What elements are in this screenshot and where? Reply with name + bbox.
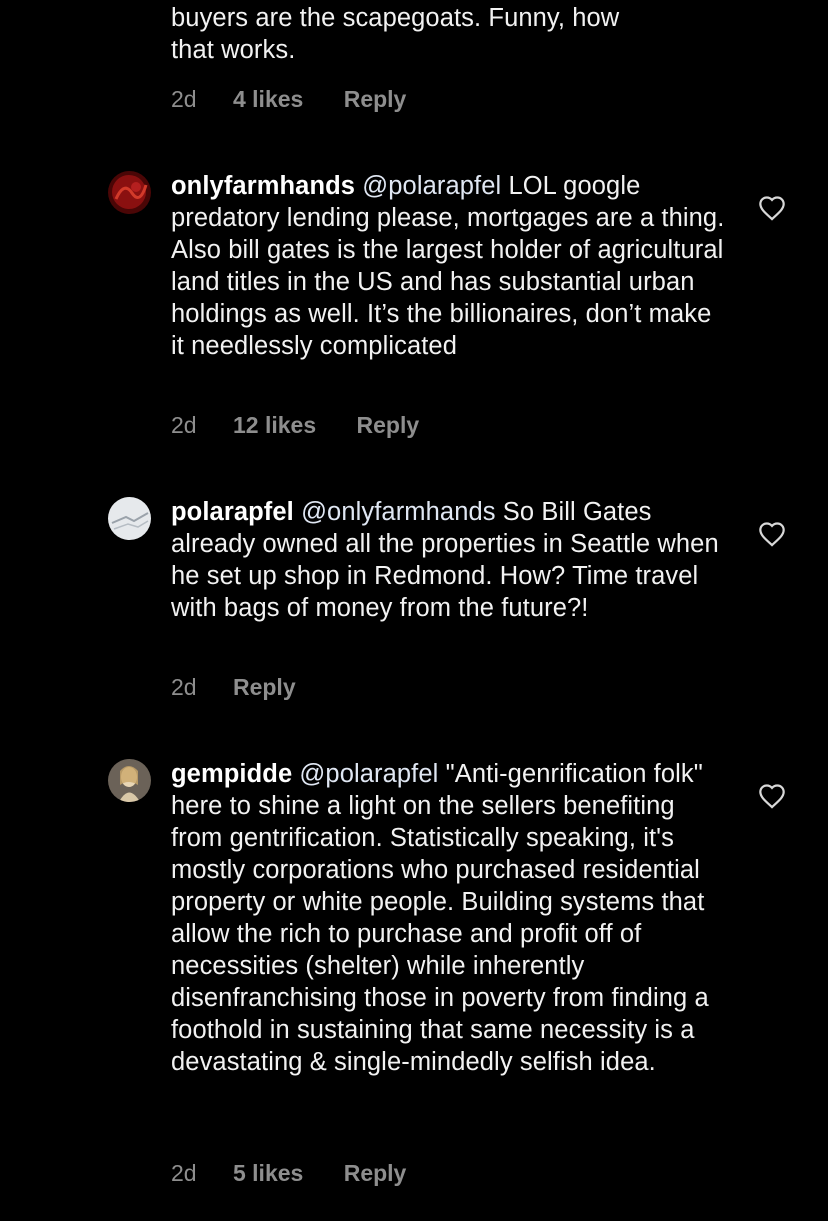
comment-meta: 2d 12 likes Reply — [171, 412, 419, 439]
mention-link[interactable]: @polarapfel — [362, 172, 501, 200]
comment-body: "Anti-genrification folk" here to shine … — [171, 760, 709, 1076]
comment-text-line: buyers are the scapegoats. Funny, how — [171, 4, 620, 32]
likes-count[interactable]: 12 likes — [233, 412, 316, 439]
comment-text: buyers are the scapegoats. Funny, how th… — [171, 2, 731, 66]
mention-link[interactable]: @onlyfarmhands — [301, 498, 496, 526]
comment-body: LOL google predatory lending please, mor… — [171, 172, 725, 360]
comment-time: 2d — [171, 674, 197, 700]
reply-button[interactable]: Reply — [344, 86, 407, 113]
comment-text: gempidde @polarapfel "Anti-genrification… — [171, 758, 731, 1078]
username-link[interactable]: gempidde — [171, 760, 292, 788]
username-link[interactable]: polarapfel — [171, 498, 294, 526]
avatar[interactable] — [108, 497, 151, 540]
reply-button[interactable]: Reply — [233, 674, 296, 701]
reply-button[interactable]: Reply — [357, 412, 420, 439]
mention-link[interactable]: @polarapfel — [299, 760, 438, 788]
heart-outline-icon[interactable] — [758, 521, 786, 547]
comment-time: 2d — [171, 412, 197, 438]
comment-meta: 2d Reply — [171, 674, 296, 701]
comment-time: 2d — [171, 1160, 197, 1186]
likes-count[interactable]: 4 likes — [233, 86, 303, 113]
username-link[interactable]: onlyfarmhands — [171, 172, 355, 200]
reply-button[interactable]: Reply — [344, 1160, 407, 1187]
comment-meta: 2d 4 likes Reply — [171, 86, 406, 113]
likes-count[interactable]: 5 likes — [233, 1160, 303, 1187]
heart-outline-icon[interactable] — [758, 195, 786, 221]
comment-meta: 2d 5 likes Reply — [171, 1160, 406, 1187]
avatar[interactable] — [108, 759, 151, 802]
avatar[interactable] — [108, 171, 151, 214]
comment-time: 2d — [171, 86, 197, 112]
comment-text-line: that works. — [171, 36, 296, 64]
heart-outline-icon[interactable] — [758, 783, 786, 809]
comment-text: onlyfarmhands @polarapfel LOL google pre… — [171, 170, 731, 362]
comment-text: polarapfel @onlyfarmhands So Bill Gates … — [171, 496, 731, 624]
